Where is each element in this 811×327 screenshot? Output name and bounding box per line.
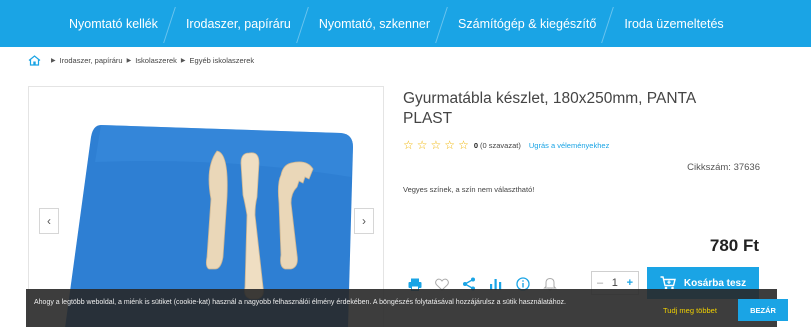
chevron-right-icon: ▶ xyxy=(180,57,186,64)
product-rating: ☆ ☆ ☆ ☆ ☆ 0 (0 szavazat) Ugrás a vélemén… xyxy=(403,139,609,151)
jump-to-reviews-link[interactable]: Ugrás a véleményekhez xyxy=(529,141,609,150)
rating-votes: (0 szavazat) xyxy=(480,140,521,150)
gallery-next-button[interactable]: › xyxy=(354,208,374,234)
top-navigation: Nyomtató kellék Irodaszer, papíráru Nyom… xyxy=(0,0,811,47)
quantity-value[interactable]: 1 xyxy=(612,277,618,289)
breadcrumb: ▶ Irodaszer, papíráru ▶ Iskolaszerek ▶ E… xyxy=(28,53,254,67)
quantity-increase-button[interactable]: + xyxy=(627,277,633,289)
star-icon[interactable]: ☆ xyxy=(431,139,442,151)
cookie-consent-bar: Ahogy a legtöbb weboldal, a miénk is süt… xyxy=(26,289,788,327)
star-icon[interactable]: ☆ xyxy=(417,139,428,151)
product-title: Gyurmatábla készlet, 180x250mm, PANTA PL… xyxy=(403,90,696,127)
sku-label: Cikkszám: xyxy=(687,162,731,173)
product-description: Vegyes színek, a szín nem választható! xyxy=(403,185,535,194)
product-page: Nyomtató kellék Irodaszer, papíráru Nyom… xyxy=(0,0,811,327)
star-icon[interactable]: ☆ xyxy=(458,139,469,151)
breadcrumb-item-office-supplies[interactable]: Irodaszer, papíráru xyxy=(60,56,123,65)
chevron-right-icon: ▶ xyxy=(126,57,132,64)
add-to-cart-label: Kosárba tesz xyxy=(683,277,747,289)
chevron-right-icon: ▶ xyxy=(51,57,56,64)
rating-count: 0 xyxy=(473,140,478,150)
nav-item-office-operation[interactable]: Iroda üzemeltetés xyxy=(610,17,737,31)
cookie-learn-more-link[interactable]: Tudj meg többet xyxy=(663,306,717,315)
cookie-consent-text: Ahogy a legtöbb weboldal, a miénk is süt… xyxy=(34,299,566,306)
breadcrumb-item-school-supplies[interactable]: Iskolaszerek xyxy=(135,56,177,65)
quantity-decrease-button[interactable]: – xyxy=(597,277,603,289)
gallery-prev-button[interactable]: ‹ xyxy=(39,208,59,234)
nav-item-office-supplies[interactable]: Irodaszer, papíráru xyxy=(172,17,305,31)
star-icon[interactable]: ☆ xyxy=(403,139,414,151)
nav-item-computer-accessories[interactable]: Számítógép & kiegészítő xyxy=(444,17,610,31)
product-price: 780 Ft xyxy=(709,236,759,255)
cart-icon xyxy=(660,276,676,290)
star-icon[interactable]: ☆ xyxy=(444,139,455,151)
product-sku: Cikkszám: 37636 xyxy=(687,162,760,173)
nav-item-printer-supplies[interactable]: Nyomtató kellék xyxy=(55,17,172,31)
home-icon[interactable] xyxy=(28,54,41,66)
breadcrumb-item-other-school-supplies[interactable]: Egyéb iskolaszerek xyxy=(190,56,255,65)
cookie-close-button[interactable]: BEZÁR xyxy=(738,299,788,321)
nav-item-printer-scanner[interactable]: Nyomtató, szkenner xyxy=(305,17,444,31)
sku-value: 37636 xyxy=(733,162,760,173)
